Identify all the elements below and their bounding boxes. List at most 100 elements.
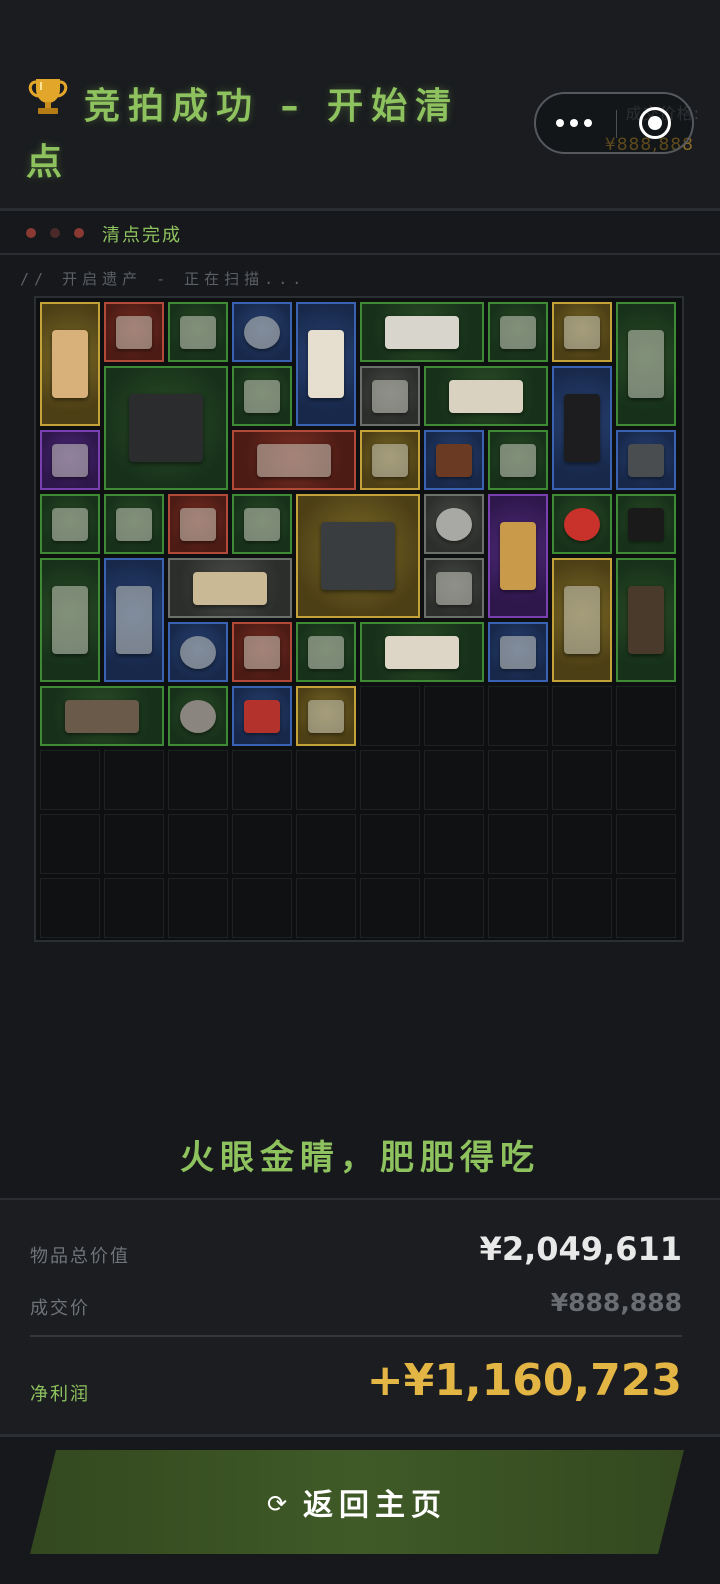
more-menu-icon[interactable] xyxy=(556,112,600,134)
item-coffee-pot[interactable] xyxy=(296,302,356,426)
tweezers-icon xyxy=(500,315,536,349)
grid-cell xyxy=(616,686,676,746)
item-circuit-module[interactable] xyxy=(104,302,164,362)
usb-stick-icon xyxy=(628,443,664,477)
item-circuit-board[interactable] xyxy=(168,302,228,362)
item-treasure-map[interactable] xyxy=(168,558,292,618)
item-flashlight[interactable] xyxy=(232,622,292,682)
close-target-icon[interactable] xyxy=(639,107,671,139)
item-chip-tray[interactable] xyxy=(424,558,484,618)
ammo-case-icon xyxy=(628,329,664,399)
playing-card-icon xyxy=(372,379,408,413)
grid-cell xyxy=(488,814,548,874)
item-usb-stick[interactable] xyxy=(616,430,676,490)
power-supply-icon xyxy=(128,393,204,463)
item-capacitor-jar[interactable] xyxy=(232,302,292,362)
refresh-icon: ⟳ xyxy=(266,1490,288,1518)
return-home-button[interactable]: ⟳ 返回主页 xyxy=(30,1450,684,1554)
grid-cell xyxy=(168,750,228,810)
item-energy-bar[interactable] xyxy=(40,430,100,490)
grid-cell xyxy=(488,686,548,746)
item-playing-card[interactable] xyxy=(360,366,420,426)
net-profit-label: 净利润 xyxy=(30,1384,90,1405)
pliers-icon xyxy=(244,379,280,413)
grid-cell xyxy=(104,750,164,810)
headset-icon xyxy=(320,521,396,591)
circuit-module-icon xyxy=(116,315,152,349)
item-capacitor-jar-2[interactable] xyxy=(168,622,228,682)
status-text: 清点完成 xyxy=(102,225,182,246)
summary-panel: 物品总价值 ¥2,049,611 成交价 ¥888,888 净利润 +¥1,16… xyxy=(0,1198,720,1437)
coffee-machine-icon xyxy=(564,585,600,655)
item-tribal-mask[interactable] xyxy=(616,558,676,682)
item-ammo-box[interactable] xyxy=(40,558,100,682)
tea-tin-icon xyxy=(244,699,280,733)
item-book[interactable] xyxy=(488,494,548,618)
total-value-label: 物品总价值 xyxy=(30,1246,130,1267)
grid-cell xyxy=(168,878,228,938)
status-dot-3 xyxy=(74,228,84,238)
item-shell-jar[interactable] xyxy=(104,558,164,682)
book-icon xyxy=(500,521,536,591)
item-good-luck-card[interactable] xyxy=(616,494,676,554)
grid-cell xyxy=(104,878,164,938)
title-text: 竞拍成功 – 开始清点 xyxy=(26,86,460,183)
item-silver-bag[interactable] xyxy=(296,686,356,746)
status-dot-1 xyxy=(26,228,36,238)
grid-cell xyxy=(552,686,612,746)
item-wrist-device[interactable] xyxy=(168,494,228,554)
item-old-map[interactable] xyxy=(424,366,548,426)
deal-price-label: 成交价 xyxy=(30,1298,90,1319)
grid-cell xyxy=(552,750,612,810)
medicine-bottle-icon xyxy=(308,635,344,669)
item-snack-bar[interactable] xyxy=(232,494,292,554)
duct-tape-icon xyxy=(436,507,472,541)
item-tweezers[interactable] xyxy=(488,302,548,362)
status-dot-2 xyxy=(50,228,60,238)
item-medicine-bottle[interactable] xyxy=(296,622,356,682)
grid-cell xyxy=(232,814,292,874)
item-apple[interactable] xyxy=(552,494,612,554)
grid-cell xyxy=(488,750,548,810)
plug-adapter-icon xyxy=(500,635,536,669)
multimeter-icon xyxy=(564,315,600,349)
item-plug-adapter[interactable] xyxy=(488,622,548,682)
item-syringe[interactable] xyxy=(488,430,548,490)
grid-cell xyxy=(232,878,292,938)
grid-cell xyxy=(616,814,676,874)
grid-cell xyxy=(40,814,100,874)
item-multimeter[interactable] xyxy=(552,302,612,362)
tablet-device-icon xyxy=(256,443,332,477)
grid-cell xyxy=(424,814,484,874)
coffee-pot-icon xyxy=(308,329,344,399)
item-ammo-case[interactable] xyxy=(616,302,676,426)
grid-cell xyxy=(424,878,484,938)
item-candy-bar[interactable] xyxy=(40,494,100,554)
voltage-pen-icon xyxy=(116,507,152,541)
inventory-grid xyxy=(34,296,684,942)
item-pliers[interactable] xyxy=(232,366,292,426)
net-profit-value: +¥1,160,723 xyxy=(366,1355,682,1406)
item-duct-tape[interactable] xyxy=(424,494,484,554)
bottle-icon xyxy=(372,443,408,477)
grid-cell xyxy=(360,878,420,938)
item-drill[interactable] xyxy=(40,686,164,746)
item-keyboard[interactable] xyxy=(360,302,484,362)
item-tea-tin[interactable] xyxy=(232,686,292,746)
snack-bar-icon xyxy=(244,507,280,541)
grid-cell xyxy=(488,878,548,938)
item-coin[interactable] xyxy=(168,686,228,746)
item-tablet-device[interactable] xyxy=(232,430,356,490)
item-bird-statue[interactable] xyxy=(424,430,484,490)
item-figurine[interactable] xyxy=(40,302,100,426)
item-voltage-pen[interactable] xyxy=(104,494,164,554)
grid-cell xyxy=(424,686,484,746)
item-gunpowder-can[interactable] xyxy=(552,366,612,490)
item-coffee-machine[interactable] xyxy=(552,558,612,682)
item-bottle[interactable] xyxy=(360,430,420,490)
item-headset[interactable] xyxy=(296,494,420,618)
item-paper-notes[interactable] xyxy=(360,622,484,682)
silver-bag-icon xyxy=(308,699,344,733)
item-power-supply[interactable] xyxy=(104,366,228,490)
bird-statue-icon xyxy=(436,443,472,477)
